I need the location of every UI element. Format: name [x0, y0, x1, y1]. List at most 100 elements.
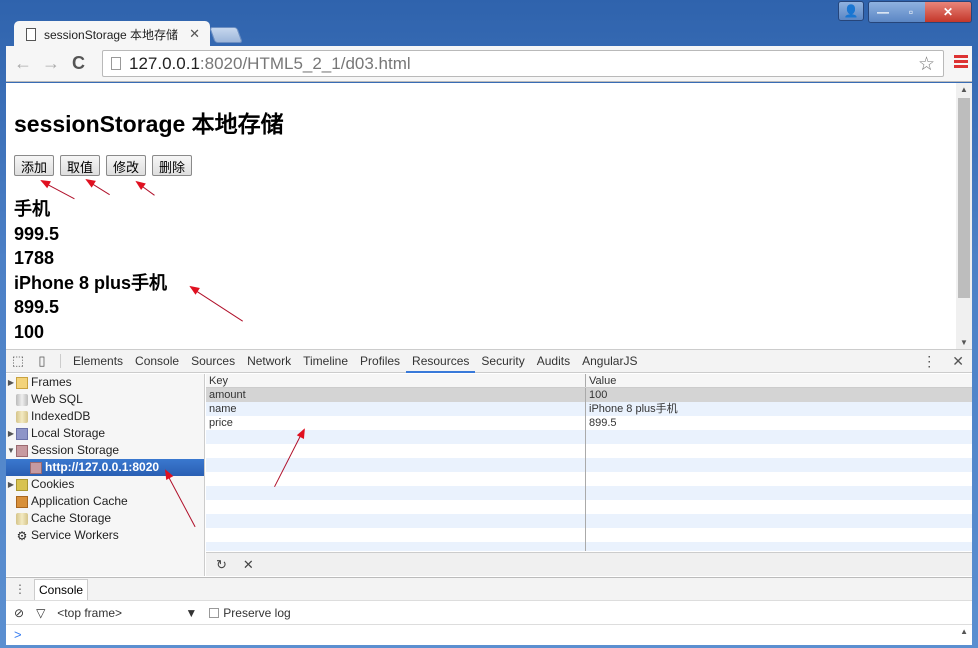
- tab-security[interactable]: Security: [475, 350, 530, 373]
- new-tab-button[interactable]: [209, 27, 243, 43]
- tree-label: http://127.0.0.1:8020: [45, 460, 160, 474]
- indexeddb-icon: [16, 410, 28, 423]
- menu-icon[interactable]: [954, 55, 968, 70]
- devtools-panel: ⬚ ▯ Elements Console Sources Network Tim…: [6, 349, 972, 645]
- tree-item-service-workers[interactable]: ⚙ Service Workers: [6, 527, 204, 544]
- session-storage-icon: [16, 444, 28, 457]
- table-row[interactable]: amount 100: [206, 388, 972, 402]
- delete-icon[interactable]: ✕: [243, 557, 254, 573]
- forward-button[interactable]: →: [42, 53, 60, 74]
- annotation-arrow: [86, 180, 110, 196]
- profile-button[interactable]: 👤: [838, 1, 864, 21]
- output-line: 100: [14, 321, 45, 342]
- inspect-element-icon[interactable]: ⬚: [6, 353, 30, 369]
- modify-button[interactable]: 修改: [106, 155, 147, 176]
- filter-icon[interactable]: ▽: [36, 606, 45, 620]
- tab-drawer-console[interactable]: Console: [34, 578, 89, 600]
- browser-tab[interactable]: sessionStorage 本地存储 ✕: [14, 21, 210, 47]
- close-window-button[interactable]: ✕: [925, 2, 971, 22]
- column-header-key[interactable]: Key: [206, 374, 586, 387]
- tree-item-session-origin[interactable]: http://127.0.0.1:8020: [6, 459, 204, 476]
- page-viewport: sessionStorage 本地存储 添加 取值 修改 删除 手机 999.5…: [6, 83, 972, 349]
- tree-item-frames[interactable]: ▶ Frames: [6, 374, 204, 391]
- tab-resources[interactable]: Resources: [406, 350, 476, 373]
- scroll-down-icon[interactable]: ▼: [960, 338, 968, 347]
- reload-button[interactable]: C: [72, 53, 85, 74]
- close-devtools-icon[interactable]: ✕: [952, 353, 964, 370]
- empty-row: [206, 500, 972, 514]
- table-row[interactable]: name iPhone 8 plus手机: [206, 402, 972, 416]
- tree-label: Local Storage: [31, 426, 106, 440]
- table-row[interactable]: price 899.5: [206, 416, 972, 430]
- key-cell: name: [206, 402, 586, 416]
- bookmark-star-icon[interactable]: ☆: [918, 53, 935, 76]
- cache-storage-icon: [16, 512, 28, 525]
- tab-angularjs[interactable]: AngularJS: [576, 350, 643, 373]
- console-prompt[interactable]: >: [14, 627, 22, 642]
- database-icon: [16, 393, 28, 406]
- empty-row: [206, 458, 972, 472]
- minimize-button[interactable]: —: [869, 2, 897, 22]
- tree-item-cache-storage[interactable]: Cache Storage: [6, 510, 204, 527]
- scroll-up-icon[interactable]: ▲: [960, 85, 968, 94]
- annotation-arrow: [190, 287, 243, 322]
- local-storage-icon: [16, 427, 28, 440]
- console-scroll-icon[interactable]: ▲: [960, 627, 968, 636]
- tree-label: Service Workers: [31, 528, 119, 542]
- value-cell: iPhone 8 plus手机: [589, 403, 678, 415]
- button-row: 添加 取值 修改 删除: [14, 155, 193, 176]
- tree-item-web-sql[interactable]: Web SQL: [6, 391, 204, 408]
- key-cell: amount: [206, 388, 586, 402]
- key-cell: price: [206, 416, 586, 430]
- value-cell: 100: [589, 389, 608, 401]
- console-toolbar: ⊘ ▽ <top frame> ▼ Preserve log: [6, 601, 972, 625]
- close-tab-icon[interactable]: ✕: [189, 26, 200, 42]
- tab-title: sessionStorage 本地存储: [44, 27, 179, 42]
- context-select[interactable]: <top frame> ▼: [57, 606, 197, 620]
- refresh-icon[interactable]: ↻: [216, 557, 227, 573]
- add-button[interactable]: 添加: [14, 155, 55, 176]
- tree-item-application-cache[interactable]: Application Cache: [6, 493, 204, 510]
- get-value-button[interactable]: 取值: [60, 155, 101, 176]
- tab-elements[interactable]: Elements: [67, 350, 129, 373]
- gear-icon: ⚙: [16, 528, 28, 543]
- browser-toolbar: ← → C 127.0.0.1:8020/HTML5_2_1/d03.html …: [6, 46, 972, 82]
- address-bar[interactable]: 127.0.0.1:8020/HTML5_2_1/d03.html ☆: [102, 50, 944, 77]
- drawer-menu-icon[interactable]: ⋮: [6, 582, 34, 596]
- tree-item-indexeddb[interactable]: IndexedDB: [6, 408, 204, 425]
- app-cache-icon: [16, 495, 28, 508]
- drawer-tab-bar: ⋮ Console: [6, 577, 972, 601]
- tab-timeline[interactable]: Timeline: [297, 350, 354, 373]
- document-icon: [26, 27, 36, 41]
- back-button[interactable]: ←: [14, 53, 32, 74]
- preserve-log-checkbox[interactable]: Preserve log: [209, 606, 291, 620]
- tab-network[interactable]: Network: [241, 350, 297, 373]
- tree-item-local-storage[interactable]: ▶ Local Storage: [6, 425, 204, 442]
- column-header-value[interactable]: Value: [586, 374, 972, 387]
- tab-audits[interactable]: Audits: [531, 350, 576, 373]
- url-path: :8020/HTML5_2_1/d03.html: [199, 53, 411, 73]
- maximize-button[interactable]: ▫: [897, 2, 925, 22]
- delete-button[interactable]: 删除: [152, 155, 193, 176]
- title-bar: 👤 — ▫ ✕ sessionStorage 本地存储 ✕: [0, 0, 978, 47]
- tree-item-session-storage[interactable]: ▼ Session Storage: [6, 442, 204, 459]
- tab-console[interactable]: Console: [129, 350, 185, 373]
- user-icon: 👤: [843, 4, 859, 18]
- tab-sources[interactable]: Sources: [185, 350, 241, 373]
- page-scrollbar[interactable]: ▲ ▼: [956, 83, 972, 349]
- device-mode-icon[interactable]: ▯: [30, 353, 54, 369]
- value-cell: 899.5: [589, 417, 617, 429]
- output-line: 899.5: [14, 297, 60, 318]
- tab-profiles[interactable]: Profiles: [354, 350, 406, 373]
- devtools-tab-bar: ⬚ ▯ Elements Console Sources Network Tim…: [6, 349, 972, 373]
- output-list: 手机 999.5 1788 iPhone 8 plus手机 899.5 100: [14, 197, 167, 345]
- tree-label: Session Storage: [31, 443, 120, 457]
- clear-console-icon[interactable]: ⊘: [14, 606, 24, 620]
- url-host: 127.0.0.1: [129, 53, 200, 73]
- tree-label: Cache Storage: [31, 511, 112, 525]
- tree-label: Web SQL: [31, 392, 83, 406]
- more-options-icon[interactable]: ⋮: [922, 353, 936, 370]
- page-title: sessionStorage 本地存储: [14, 111, 284, 137]
- window-frame: 👤 — ▫ ✕ sessionStorage 本地存储 ✕ ← → C 127.…: [0, 0, 978, 648]
- scrollbar-thumb[interactable]: [958, 98, 970, 298]
